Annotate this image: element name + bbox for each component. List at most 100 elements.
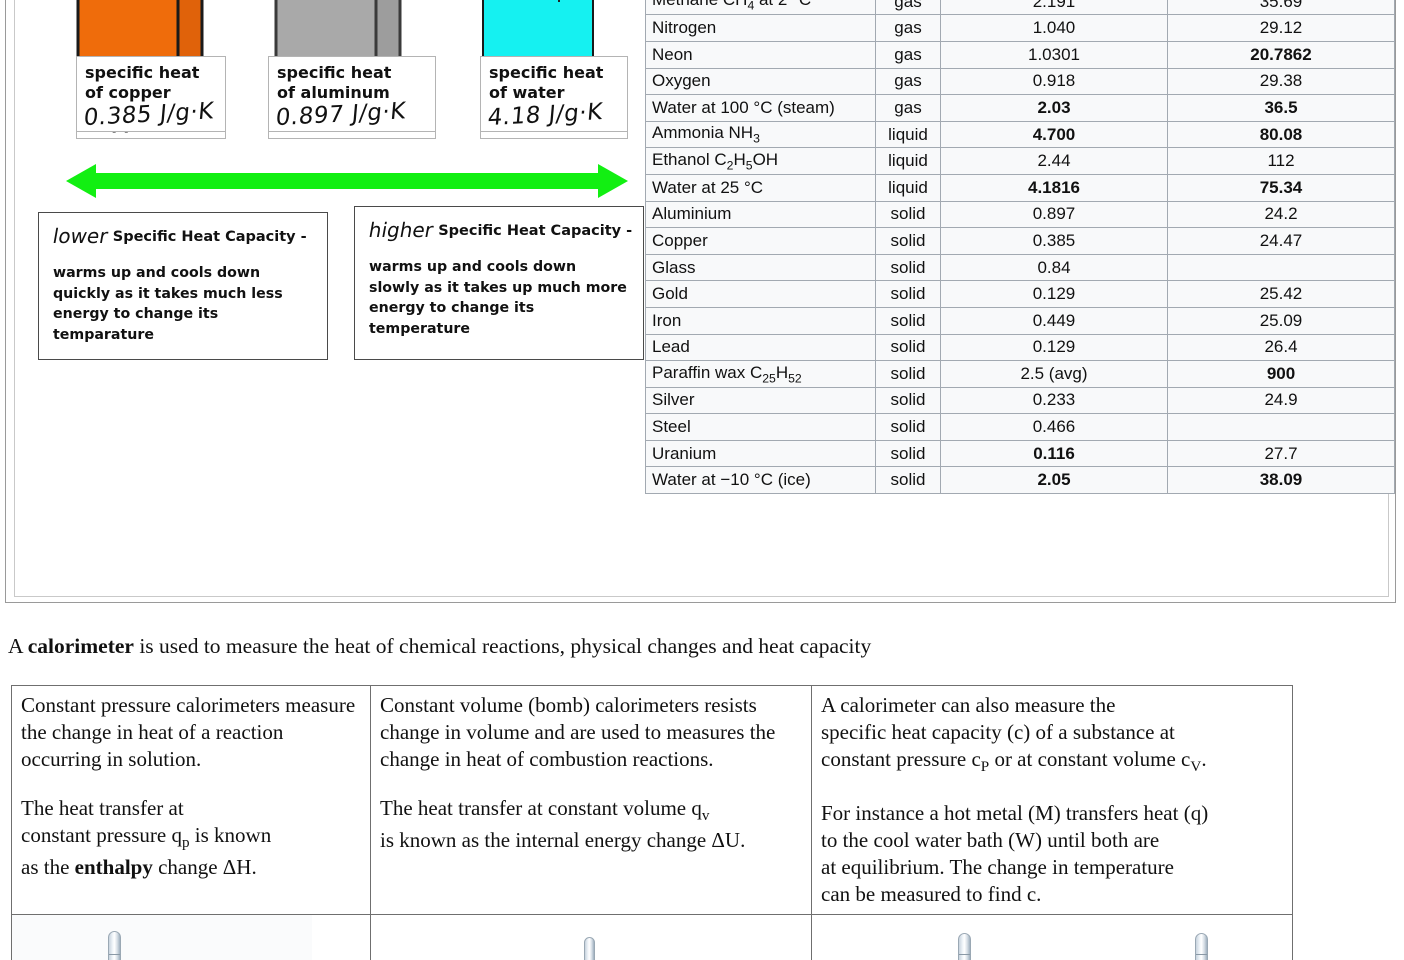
note-lower-title: lower Specific Heat Capacity - [50, 224, 313, 248]
cell-substance: Methane CH4 at 2 °C [645, 0, 876, 16]
cell-substance: Water at −10 °C (ice) [645, 466, 876, 495]
cell-specific-heat: 1.0301 [940, 40, 1168, 69]
calorimeter-constant-pressure-cell: Constant pressure calorimeters measure t… [11, 684, 371, 916]
cell-molar-heat: 20.7862 [1167, 40, 1395, 69]
table-row: Glass solid 0.84 [645, 253, 1395, 282]
cell-specific-heat: 2.5 (avg) [940, 360, 1168, 388]
cell-substance: Water at 25 °C [645, 173, 876, 202]
table-row: Aluminium solid 0.897 24.2 [645, 200, 1395, 229]
note-higher-handword: higher [366, 218, 436, 242]
cell-molar-heat [1167, 253, 1395, 282]
note-lower-handword: lower [50, 224, 110, 248]
cell-specific-heat: 0.233 [940, 386, 1168, 415]
cell-phase: liquid [875, 147, 941, 175]
note-lower-shc: lower Specific Heat Capacity - warms up … [38, 212, 328, 360]
table-row: Silver solid 0.233 24.9 [645, 386, 1395, 415]
double-arrow-icon [66, 164, 628, 198]
table-row: Methane CH4 at 2 °Cgas2.19135.69 [645, 0, 1395, 16]
specific-heat-figure-panel: copper block aluminum block water specif… [14, 0, 1395, 597]
cell-molar-heat [1167, 413, 1395, 441]
cc-para1-line3-pre: constant pressure c [821, 747, 981, 772]
cell-molar-heat: 36.5 [1167, 94, 1395, 122]
cell-phase: liquid [875, 173, 941, 202]
cell-molar-heat: 29.38 [1167, 67, 1395, 96]
cell-molar-heat: 24.47 [1167, 227, 1395, 255]
cell-specific-heat: 4.1816 [940, 173, 1168, 202]
cell-specific-heat: 0.385 [940, 227, 1168, 255]
cp-qp-subscript: p [181, 835, 190, 852]
table-row: Paraffin wax C25H52 solid 2.5 (avg) 900 [645, 360, 1395, 388]
cell-specific-heat: 0.449 [940, 306, 1168, 335]
cell-substance: Iron [645, 306, 876, 335]
cell-molar-heat: 35.69 [1167, 0, 1395, 16]
cell-phase: solid [875, 200, 941, 229]
cc-para1-line1: A calorimeter can also measure the [821, 693, 1116, 717]
table-row: Water at 25 °C liquid 4.1816 75.34 [645, 173, 1395, 202]
cell-phase: gas [875, 40, 941, 69]
sh-copper-value: 0.385 J/g·K [82, 98, 215, 132]
cp-para1: Constant pressure calorimeters measure t… [21, 693, 356, 772]
cell-substance: Lead [645, 333, 876, 362]
cc-cp-subscript: P [980, 759, 990, 776]
cell-phase: liquid [875, 120, 941, 149]
table-row: Uranium solid 0.116 27.7 [645, 439, 1395, 468]
cell-phase: solid [875, 280, 941, 308]
table-row: Steel solid 0.466 [645, 413, 1395, 441]
cell-molar-heat: 112 [1167, 147, 1395, 175]
note-higher-shc: higher Specific Heat Capacity - warms up… [354, 206, 644, 360]
cell-substance: Neon [645, 40, 876, 69]
cc-para2-line3: at equilibrium. The change in temperatur… [821, 855, 1174, 879]
specific-heat-aluminum-box: specific heat of aluminum 0.897 J/g·K [268, 56, 436, 132]
note-higher-title-rest: Specific Heat Capacity - [438, 223, 633, 239]
table-row: Water at −10 °C (ice) solid 2.05 38.09 [645, 466, 1395, 495]
cp-para2-line2-post: is known [189, 823, 272, 848]
cv-para2-line2: is known as the internal energy change Δ… [380, 827, 746, 852]
sh-water-title: specific heat of water [489, 63, 604, 102]
calorimeter-image-measures-c [811, 914, 1293, 960]
cell-specific-heat: 2.05 [940, 466, 1168, 495]
table-row: Ammonia NH3 liquid 4.700 80.08 [645, 120, 1395, 149]
cell-molar-heat: 75.34 [1167, 173, 1395, 202]
cell-molar-heat: 80.08 [1167, 120, 1395, 149]
table-row: Gold solid 0.129 25.42 [645, 280, 1395, 308]
calorimeter-intro-pre: A [8, 634, 28, 658]
calorimeter-image-constant-volume [370, 914, 812, 960]
calorimeter-constant-volume-cell: Constant volume (bomb) calorimeters resi… [370, 684, 812, 916]
cell-phase: solid [875, 413, 941, 441]
cell-phase: gas [875, 14, 941, 42]
cell-molar-heat: 24.9 [1167, 386, 1395, 415]
cell-specific-heat: 0.466 [940, 413, 1168, 441]
page-root: copper block aluminum block water specif… [0, 0, 1404, 960]
cell-specific-heat: 0.129 [940, 280, 1168, 308]
calorimeter-intro-line: A calorimeter is used to measure the hea… [8, 634, 871, 659]
cell-molar-heat: 26.4 [1167, 333, 1395, 362]
specific-heat-copper-box: specific heat of copper 0.385 J/g·K [76, 56, 226, 132]
cell-molar-heat: 25.42 [1167, 280, 1395, 308]
cell-substance: Steel [645, 413, 876, 441]
note-higher-title: higher Specific Heat Capacity - [366, 218, 633, 242]
table-row: Ethanol C2H5OH liquid 2.44 112 [645, 147, 1395, 175]
calorimeter-intro-post: is used to measure the heat of chemical … [133, 634, 872, 658]
cell-phase: solid [875, 227, 941, 255]
specific-heat-comparison-diagram: copper block aluminum block water specif… [24, 0, 649, 588]
table-row: Oxygen gas 0.918 29.38 [645, 67, 1395, 96]
cell-substance: Ammonia NH3 [645, 120, 876, 149]
table-row: Neon gas 1.0301 20.7862 [645, 40, 1395, 69]
cell-molar-heat: 29.12 [1167, 14, 1395, 42]
note-higher-body: warms up and cools down slowly as it tak… [369, 259, 627, 337]
cp-para2-line3-post: change ΔH. [152, 855, 257, 879]
table-row: Iron solid 0.449 25.09 [645, 306, 1395, 335]
cell-specific-heat: 0.129 [940, 333, 1168, 362]
cv-qv-subscript: v [701, 808, 710, 825]
cell-substance: Nitrogen [645, 14, 876, 42]
calorimeter-types-table: Constant pressure calorimeters measure t… [11, 684, 1293, 960]
cell-phase: solid [875, 386, 941, 415]
cell-specific-heat: 2.191 [940, 0, 1168, 16]
sh-copper-title: specific heat of copper [85, 63, 200, 102]
sh-aluminum-title: specific heat of aluminum [277, 63, 392, 102]
cell-specific-heat: 1.040 [940, 14, 1168, 42]
thermometer-icon-2 [584, 937, 595, 960]
cc-para2-line4: can be measured to find c. [821, 882, 1042, 907]
calorimeter-measures-c-cell: A calorimeter can also measure the speci… [811, 684, 1293, 916]
cell-specific-heat: 0.84 [940, 253, 1168, 282]
